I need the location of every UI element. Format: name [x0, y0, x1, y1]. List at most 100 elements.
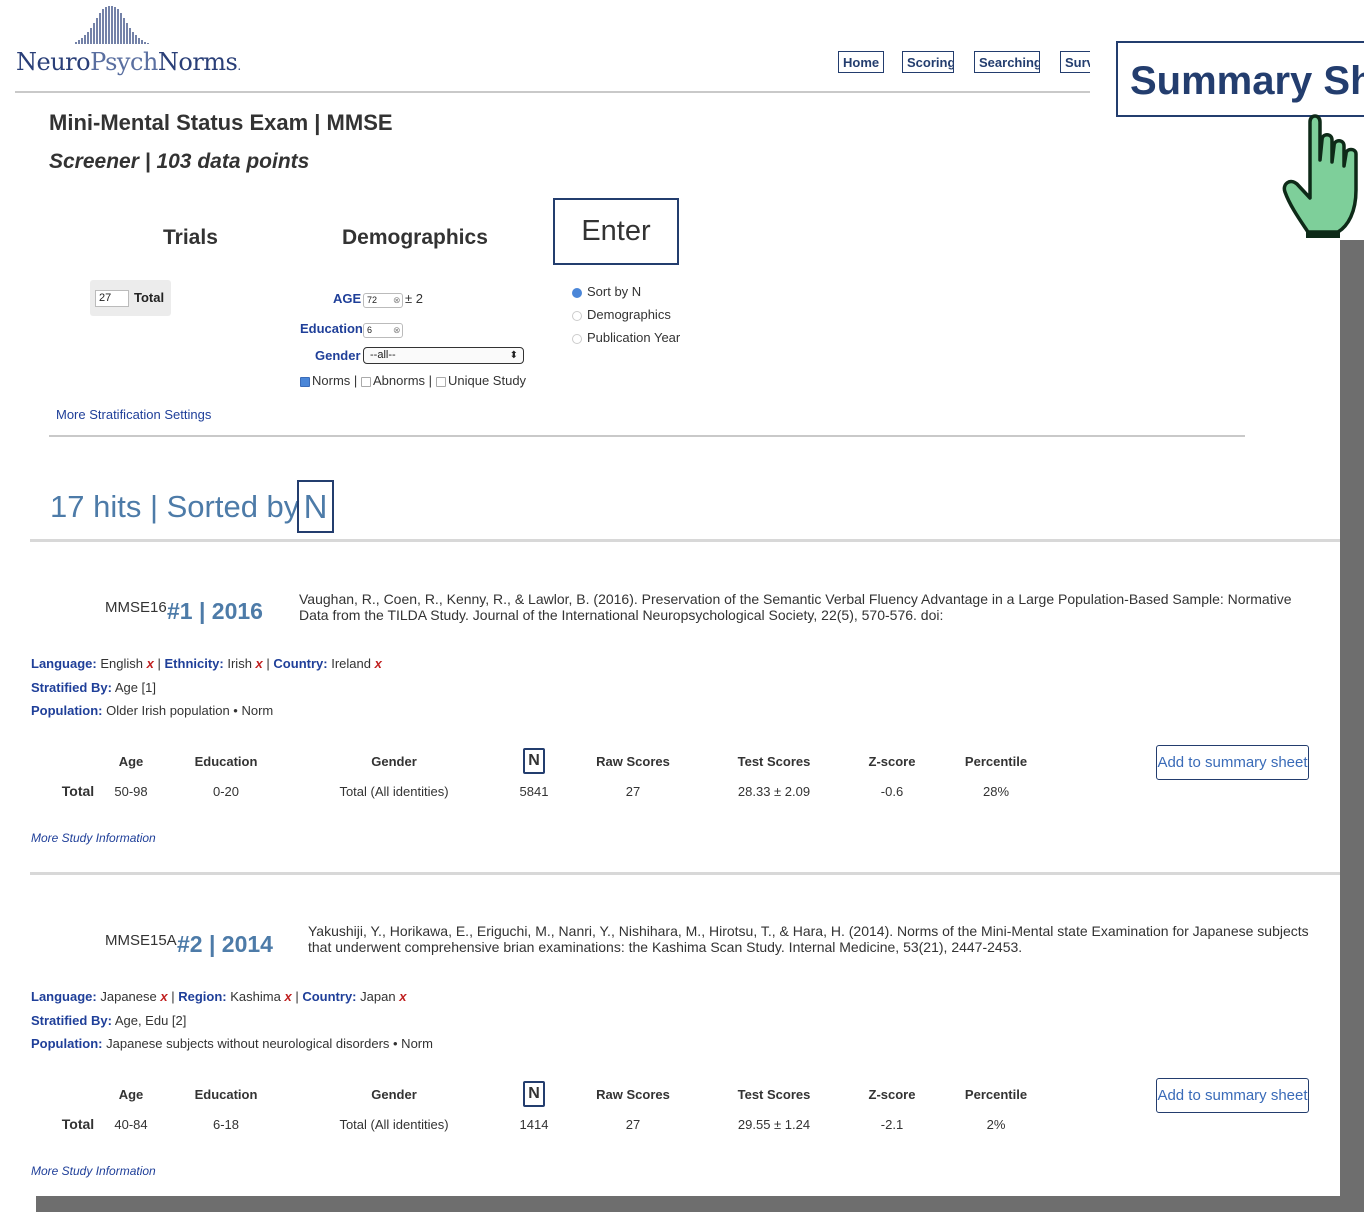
sort-publication-radio[interactable]: Publication Year: [572, 330, 680, 345]
col-age: Age: [118, 1087, 144, 1102]
study-citation: Yakushiji, Y., Horikawa, E., Eriguchi, M…: [308, 923, 1309, 955]
nav-home-button[interactable]: Home: [838, 51, 884, 73]
study-rank: #1 | 2016: [167, 598, 263, 624]
hand-pointer-icon: [1282, 114, 1358, 238]
trials-heading: Trials: [163, 226, 218, 249]
cell-percentile: 2%: [986, 1117, 1006, 1132]
sort-by-n-radio[interactable]: Sort by N: [572, 284, 641, 299]
gender-selected: --all--: [370, 349, 396, 361]
cell-n: 5841: [519, 784, 549, 799]
scrollbar-track: [1340, 240, 1364, 1212]
more-study-info-link[interactable]: More Study Information: [31, 1164, 156, 1178]
col-age: Age: [118, 754, 144, 769]
cell-raw: 27: [625, 784, 641, 799]
study-code: MMSE15A: [105, 932, 177, 949]
cell-gender: Total (All identities): [339, 784, 449, 799]
education-label: Education: [300, 321, 363, 336]
hits-heading: 17 hits | Sorted by: [50, 489, 300, 524]
cell-test: 29.55 ± 1.24: [737, 1117, 811, 1132]
col-percentile: Percentile: [964, 754, 1028, 769]
logo-psych: Psych: [90, 48, 158, 76]
select-arrow-icon: ⬍: [509, 350, 518, 361]
remove-icon[interactable]: x: [256, 656, 263, 671]
checkbox-unchecked: [361, 376, 371, 387]
abnorms-checkbox[interactable]: Abnorms |: [361, 373, 432, 388]
result-divider: [30, 872, 1340, 875]
col-z-score: Z-score: [868, 754, 916, 769]
demographics-heading: Demographics: [342, 226, 488, 249]
abnorms-label: Abnorms |: [373, 373, 433, 388]
bottom-scroll-track: [36, 1196, 1364, 1212]
more-study-info-link[interactable]: More Study Information: [31, 831, 156, 845]
col-percentile: Percentile: [964, 1087, 1028, 1102]
add-to-summary-button[interactable]: Add to summary sheet: [1156, 745, 1309, 780]
col-gender: Gender: [371, 754, 417, 769]
sort-demographics-radio[interactable]: Demographics: [572, 307, 671, 322]
study-population: Population: Older Irish population • Nor…: [31, 703, 274, 718]
logo-wordmark[interactable]: NeuroPsychNorms.: [16, 48, 241, 76]
col-n: N: [523, 748, 545, 774]
remove-icon[interactable]: x: [147, 656, 154, 671]
checkbox-checked: [300, 376, 310, 387]
clear-circle-icon[interactable]: ⊗: [393, 295, 401, 306]
cell-test: 28.33 ± 2.09: [737, 784, 811, 799]
age-label: AGE: [333, 291, 362, 306]
gender-select[interactable]: --all-- ⬍: [363, 347, 524, 364]
checkbox-unchecked: [436, 376, 446, 387]
add-to-summary-button[interactable]: Add to summary sheet: [1156, 1078, 1309, 1113]
remove-icon[interactable]: x: [375, 656, 382, 671]
study-stratified: Stratified By: Age, Edu [2]: [31, 1013, 187, 1028]
cell-percentile: 28%: [982, 784, 1010, 799]
cell-age: 50-98: [114, 784, 148, 799]
cell-gender: Total (All identities): [339, 1117, 449, 1132]
cell-z: -2.1: [880, 1117, 904, 1132]
form-divider: [49, 435, 1245, 437]
study-languages: Language: Japanese x | Region: Kashima x…: [31, 989, 407, 1004]
logo-norms: Norms: [157, 48, 238, 76]
col-n: N: [523, 1081, 545, 1107]
logo-dot: .: [237, 59, 241, 73]
remove-icon[interactable]: x: [160, 989, 167, 1004]
page-subtitle: Screener | 103 data points: [49, 150, 310, 173]
gender-label: Gender: [315, 348, 361, 363]
enter-button[interactable]: Enter: [553, 198, 679, 265]
citation-line: Yakushiji, Y., Horikawa, E., Eriguchi, M…: [308, 923, 1309, 939]
summary-sheet-button[interactable]: Summary She: [1116, 41, 1364, 117]
trial-total-input[interactable]: 27: [95, 290, 129, 307]
col-raw-scores: Raw Scores: [596, 1087, 670, 1102]
unique-study-checkbox[interactable]: Unique Study: [436, 373, 526, 388]
col-test-scores: Test Scores: [737, 1087, 811, 1102]
study-stratified: Stratified By: Age [1]: [31, 680, 157, 695]
remove-icon[interactable]: x: [284, 989, 291, 1004]
study-population: Population: Japanese subjects without ne…: [31, 1036, 433, 1051]
unique-study-label: Unique Study: [448, 373, 527, 388]
results-divider: [30, 539, 1340, 542]
nav-scoring-button[interactable]: Scoring: [902, 51, 954, 73]
norms-label: Norms |: [312, 373, 358, 388]
nav-searching-button[interactable]: Searching: [974, 51, 1040, 73]
logo-neuro: Neuro: [16, 48, 91, 76]
col-z-score: Z-score: [868, 1087, 916, 1102]
cell-education: 0-20: [212, 784, 240, 799]
norms-checkbox[interactable]: Norms |: [300, 373, 357, 388]
sort-option-label: Sort by N: [587, 284, 642, 299]
cell-n: 1414: [519, 1117, 549, 1132]
cell-z: -0.6: [880, 784, 904, 799]
col-test-scores: Test Scores: [737, 754, 811, 769]
sorted-key-box[interactable]: N: [297, 480, 334, 533]
study-rank: #2 | 2014: [177, 931, 273, 957]
header-divider: [15, 91, 1090, 93]
col-education: Education: [194, 1087, 258, 1102]
nav-survey-button[interactable]: Surv: [1060, 51, 1090, 73]
trial-total-label: Total: [134, 290, 165, 305]
radio-unselected: [572, 310, 582, 321]
row-label: Total: [61, 783, 95, 799]
study-citation: Vaughan, R., Coen, R., Kenny, R., & Lawl…: [299, 591, 1291, 623]
radio-unselected: [572, 333, 582, 344]
radio-selected: [572, 287, 582, 298]
remove-icon[interactable]: x: [399, 989, 406, 1004]
more-stratification-link[interactable]: More Stratification Settings: [56, 407, 211, 422]
col-gender: Gender: [371, 1087, 417, 1102]
clear-circle-icon[interactable]: ⊗: [393, 325, 401, 336]
citation-line: that underwent comprehensive brian exami…: [308, 939, 1023, 955]
